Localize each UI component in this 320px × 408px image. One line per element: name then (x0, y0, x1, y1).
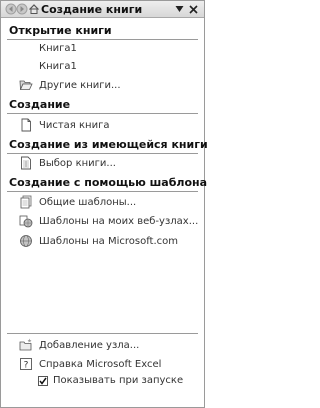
task-pane-title: Создание книги (41, 3, 143, 16)
add-location-label: Добавление узла... (39, 339, 140, 351)
general-templates-label: Общие шаблоны... (39, 196, 137, 208)
section-title-open: Открытие книги (9, 24, 112, 37)
footer-divider (7, 333, 198, 334)
templates-icon (20, 195, 32, 209)
blank-workbook-label: Чистая книга (39, 119, 110, 131)
section-divider (7, 39, 198, 40)
more-workbooks-label: Другие книги... (39, 79, 121, 91)
chevron-down-icon[interactable] (175, 5, 184, 13)
my-websites-templates-label: Шаблоны на моих веб-узлах... (39, 215, 199, 227)
add-network-place-icon (19, 338, 32, 351)
microsoft-templates-link[interactable]: Шаблоны на Microsoft.com (19, 234, 178, 248)
workbook-icon (21, 156, 31, 170)
svg-text:?: ? (24, 361, 29, 371)
show-on-startup-checkbox[interactable] (38, 376, 48, 386)
web-templates-icon (19, 215, 33, 228)
excel-help-label: Справка Microsoft Excel (39, 358, 162, 370)
recent-workbook-link[interactable]: Книга1 (39, 59, 77, 73)
add-location-link[interactable]: Добавление узла... (19, 338, 139, 352)
close-icon[interactable] (189, 5, 198, 14)
section-title-from-existing: Создание из имеющейся книги (9, 138, 208, 151)
blank-workbook-link[interactable]: Чистая книга (19, 118, 109, 132)
forward-arrow-icon[interactable] (16, 3, 28, 15)
show-on-startup-label[interactable]: Показывать при запуске (53, 375, 183, 386)
blank-document-icon (21, 118, 31, 132)
home-icon[interactable] (28, 3, 40, 15)
section-title-create: Создание (9, 98, 71, 111)
microsoft-templates-label: Шаблоны на Microsoft.com (39, 235, 178, 247)
my-websites-templates-link[interactable]: Шаблоны на моих веб-узлах... (19, 214, 198, 228)
task-pane: Создание книги Открытие книги Книга1 Кни… (0, 0, 208, 408)
general-templates-link[interactable]: Общие шаблоны... (19, 195, 136, 209)
help-icon: ? (20, 358, 32, 371)
excel-help-link[interactable]: ? Справка Microsoft Excel (19, 357, 161, 371)
task-pane-titlebar: Создание книги (1, 0, 204, 18)
choose-workbook-label: Выбор книги... (39, 157, 116, 169)
recent-workbook-link[interactable]: Книга1 (39, 41, 77, 55)
checkmark-icon (39, 377, 47, 385)
choose-workbook-link[interactable]: Выбор книги... (19, 156, 116, 170)
more-workbooks-link[interactable]: Другие книги... (19, 78, 121, 92)
globe-icon (20, 235, 32, 247)
section-divider (7, 113, 198, 114)
section-divider (7, 191, 198, 192)
section-title-from-template: Создание с помощью шаблона (9, 176, 208, 189)
open-folder-icon (19, 80, 33, 90)
section-divider (7, 153, 198, 154)
